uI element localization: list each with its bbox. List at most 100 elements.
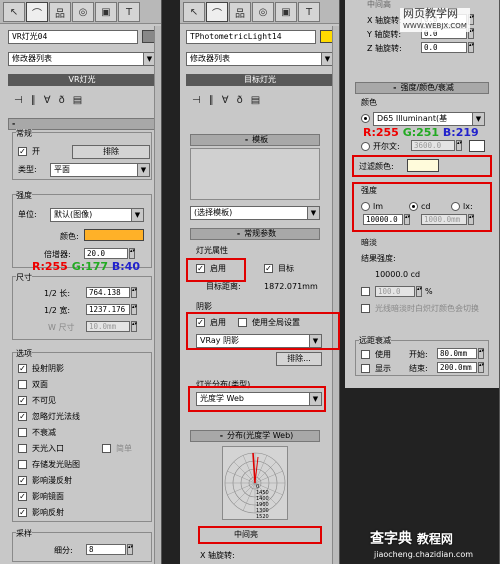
d65-radio[interactable] (361, 114, 370, 123)
incandescent-label: 光线暗淡时白炽灯颜色会切换 (375, 304, 479, 313)
option-checkbox[interactable]: ✓ (18, 508, 27, 517)
incandescent-checkbox[interactable] (361, 304, 370, 313)
options-title: 选项 (16, 349, 32, 359)
object-name-field[interactable]: TPhotometricLight14 (186, 30, 316, 44)
far-show-checkbox[interactable] (361, 364, 370, 373)
pin-stack-icon[interactable]: ⊣ (14, 95, 23, 106)
rollout-distribution-header[interactable]: - 分布(光度学 Web) (190, 430, 320, 442)
kelvin-color-swatch[interactable] (469, 140, 485, 152)
watermark-sub: 教程网 (416, 532, 453, 546)
option-checkbox[interactable]: ✓ (18, 492, 27, 501)
z-rotation-input[interactable]: 0.0 (421, 42, 467, 53)
modify-tab[interactable]: ⌒ (206, 2, 228, 22)
configure-sets-icon[interactable]: ▤ (73, 95, 82, 106)
rollout-distribution-title: 分布(光度学 Web) (227, 431, 294, 440)
hierarchy-tab[interactable]: 品 (49, 2, 71, 22)
option-checkbox[interactable]: ✓ (18, 364, 27, 373)
object-name-field[interactable]: VR灯光04 (8, 30, 138, 44)
target-distance-label: 目标距离: (206, 282, 241, 291)
half-length-input[interactable]: 764.138 (86, 287, 130, 298)
dimming-checkbox[interactable] (361, 287, 370, 296)
rgb-g: G:251 (402, 126, 440, 139)
display-icon: ▣ (101, 6, 111, 18)
hierarchy-tab[interactable]: 品 (229, 2, 251, 22)
far-start-input[interactable]: 80.0mm (437, 348, 477, 359)
subdivs-input[interactable]: 8 (86, 544, 126, 555)
kelvin-radio[interactable] (361, 142, 370, 151)
light-color-swatch[interactable] (84, 229, 144, 241)
option-checkbox[interactable] (18, 428, 27, 437)
option-label: 天光入口 (32, 444, 64, 453)
modifier-stack-item[interactable]: 目标灯光 (186, 74, 334, 86)
units-dropdown[interactable]: 默认(图像) ▼ (50, 208, 144, 222)
far-end-input[interactable]: 200.0mm (437, 362, 477, 373)
modifier-list-dropdown[interactable]: 修改器列表 ▼ (186, 52, 334, 66)
rollout-template-header[interactable]: - 模板 (190, 134, 320, 146)
option-checkbox[interactable]: ✓ (18, 476, 27, 485)
display-tab[interactable]: ▣ (275, 2, 297, 22)
display-tab[interactable]: ▣ (95, 2, 117, 22)
far-start-label: 开始: (409, 350, 428, 359)
simple-checkbox[interactable] (102, 444, 111, 453)
watermark-url: jiaocheng.chazidian.com (374, 550, 474, 559)
subdivs-spinner[interactable]: ▴▾ (127, 544, 133, 555)
utilities-tab[interactable]: T (118, 2, 140, 22)
modify-tab[interactable]: ⌒ (26, 2, 48, 22)
motion-tab[interactable]: ◎ (72, 2, 94, 22)
dimming-percent-spinner[interactable]: ▴▾ (416, 286, 422, 297)
pin-stack-icon[interactable]: ⊣ (192, 95, 201, 106)
modifier-list-label: 修改器列表 (12, 54, 52, 63)
far-start-spinner[interactable]: ▴▾ (478, 348, 484, 359)
panel-scrollbar[interactable] (332, 26, 339, 564)
template-list[interactable] (190, 148, 320, 200)
configure-sets-icon[interactable]: ▤ (251, 95, 260, 106)
kelvin-input[interactable]: 3600.0 (411, 140, 455, 151)
multiplier-spinner[interactable]: ▴▾ (129, 248, 135, 259)
on-checkbox[interactable]: ✓ (18, 147, 27, 156)
utilities-tab[interactable]: T (298, 2, 320, 22)
target-checkbox[interactable]: ✓ (264, 264, 273, 273)
create-tab[interactable]: ↖ (183, 2, 205, 22)
modifier-stack-item[interactable]: VR灯光 (8, 74, 156, 86)
y-rotation-label: Y 轴旋转: (367, 30, 402, 39)
type-dropdown[interactable]: 平面 ▼ (50, 163, 150, 177)
make-unique-icon[interactable]: ∀ (44, 95, 51, 106)
half-width-spinner[interactable]: ▴▾ (131, 304, 137, 315)
template-dropdown[interactable]: (选择模板) ▼ (190, 206, 320, 220)
far-end-label: 结束: (409, 364, 428, 373)
far-use-checkbox[interactable] (361, 350, 370, 359)
remove-modifier-icon[interactable]: ð (59, 95, 65, 106)
option-checkbox[interactable] (18, 460, 27, 469)
create-tab[interactable]: ↖ (3, 2, 25, 22)
panel-scrollbar[interactable] (154, 26, 161, 564)
exclude-button[interactable]: 排除... (276, 352, 322, 366)
motion-tab[interactable]: ◎ (252, 2, 274, 22)
option-checkbox[interactable] (18, 380, 27, 389)
collapse-icon: - (236, 229, 241, 238)
far-end-spinner[interactable]: ▴▾ (478, 362, 484, 373)
remove-modifier-icon[interactable]: ð (237, 95, 243, 106)
x-rotation-label: X 轴旋转: (367, 16, 402, 25)
half-width-input[interactable]: 1237.176 (86, 304, 130, 315)
option-checkbox[interactable]: ✓ (18, 412, 27, 421)
w-size-spinner[interactable]: ▴▾ (131, 321, 137, 332)
kelvin-spinner[interactable]: ▴▾ (456, 140, 462, 151)
make-unique-icon[interactable]: ∀ (222, 95, 229, 106)
half-length-spinner[interactable]: ▴▾ (131, 287, 137, 298)
z-rotation-spinner[interactable]: ▴▾ (468, 42, 474, 53)
multiplier-input[interactable]: 20.0 (84, 248, 128, 259)
highlight-enable (186, 258, 246, 282)
watermark-top-site: 网页教学网 (403, 7, 458, 20)
dimming-percent-input[interactable]: 100.0 (375, 286, 415, 297)
rollout-intensity-header[interactable]: - 强度/颜色/衰减 (355, 82, 489, 94)
d65-dropdown[interactable]: D65 Illuminant(基 ▼ (373, 112, 485, 126)
option-checkbox[interactable]: ✓ (18, 396, 27, 405)
show-end-result-icon[interactable]: ∥ (209, 95, 214, 106)
rollout-general-header[interactable]: - 常规参数 (190, 228, 320, 240)
modifier-list-label: 修改器列表 (190, 54, 230, 63)
show-end-result-icon[interactable]: ∥ (31, 95, 36, 106)
exclude-button[interactable]: 排除 (72, 145, 150, 159)
option-checkbox[interactable] (18, 444, 27, 453)
w-size-input[interactable]: 10.0mm (86, 321, 130, 332)
modifier-list-dropdown[interactable]: 修改器列表 ▼ (8, 52, 156, 66)
